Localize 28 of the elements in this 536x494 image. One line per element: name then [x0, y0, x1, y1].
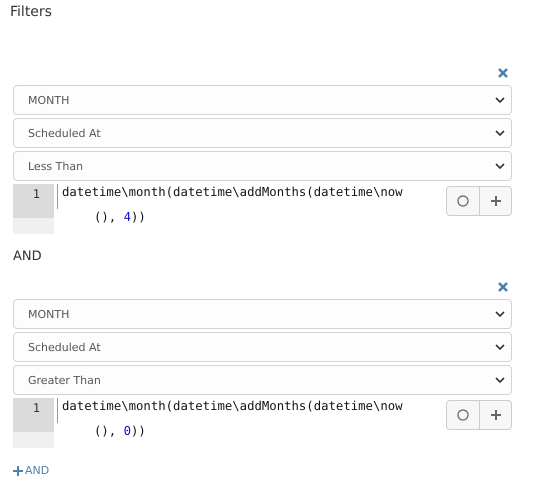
editor-gutter: [13, 432, 54, 448]
plus-icon: [490, 409, 502, 421]
chevron-down-icon: [495, 162, 505, 170]
close-icon[interactable]: [497, 67, 509, 79]
add-and-button[interactable]: AND: [13, 464, 50, 477]
dropdown[interactable]: Scheduled At: [13, 118, 512, 148]
chevron-down-icon: [495, 344, 505, 350]
circle-icon: [457, 195, 469, 207]
chevron-down-icon: [495, 310, 505, 318]
dropdown[interactable]: MONTH: [13, 299, 512, 329]
chevron-down-icon: [495, 130, 505, 136]
panel-title: Filters: [9, 3, 53, 22]
dropdown[interactable]: MONTH: [13, 85, 512, 115]
close-icon[interactable]: [497, 281, 509, 293]
plus-icon: [13, 466, 23, 476]
chevron-down-icon: [495, 376, 505, 384]
editor-gutter: [13, 218, 54, 234]
chevron-down-icon: [495, 96, 505, 104]
plus-icon: [490, 195, 502, 207]
dropdown[interactable]: Scheduled At: [13, 332, 512, 362]
line-number: 1: [13, 184, 54, 218]
code-line[interactable]: (), 4)): [57, 209, 446, 234]
line-number: 1: [13, 398, 54, 432]
logic-operator: AND: [12, 248, 43, 266]
code-line[interactable]: (), 0)): [57, 423, 446, 448]
dropdown[interactable]: Less Than: [13, 151, 512, 181]
circle-icon: [457, 409, 469, 421]
dropdown[interactable]: Greater Than: [13, 365, 512, 395]
